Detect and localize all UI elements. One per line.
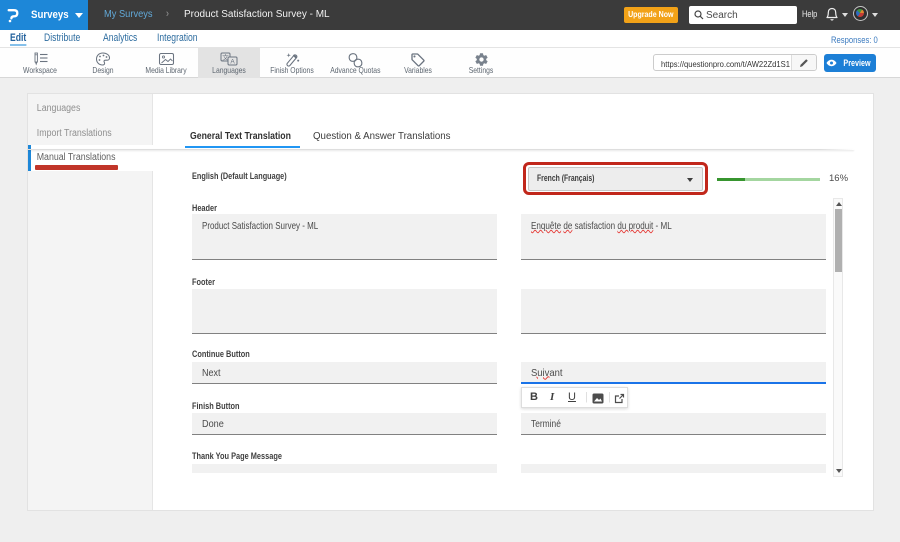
svg-text:文: 文 [222,52,229,61]
